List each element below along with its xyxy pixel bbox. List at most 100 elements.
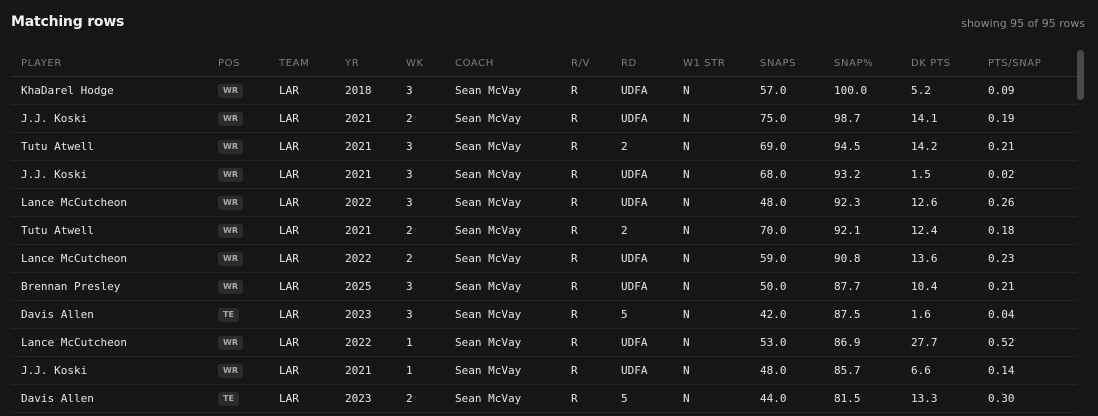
cell-snap-pct: 100.0 (834, 76, 911, 105)
column-header-wk[interactable]: WK (406, 50, 455, 77)
table-row[interactable]: Davis Allen TE LAR 2023 3 Sean McVay R 5 N 42.0 87… (11, 300, 1077, 329)
position-badge: WR (218, 196, 243, 210)
cell-pos: WR (218, 244, 279, 273)
position-badge: WR (218, 168, 243, 182)
cell-team: LAR (279, 104, 345, 133)
table-row[interactable]: Lance McCutcheon WR LAR 2022 3 Sean McVay R UDF… (11, 188, 1077, 217)
cell-snaps: 59.0 (760, 244, 834, 273)
cell-coach: Sean McVay (455, 328, 571, 357)
table-row[interactable]: Davis Allen TE LAR 2023 2 Sean McVay R 5 N 44.0 81… (11, 384, 1077, 413)
cell-snaps: 68.0 (760, 160, 834, 189)
cell-yr: 2018 (345, 76, 406, 105)
position-badge: TE (218, 392, 239, 406)
cell-team: LAR (279, 188, 345, 217)
cell-coach: Sean McVay (455, 300, 571, 329)
cell-yr: 2022 (345, 244, 406, 273)
cell-w1-str: N (683, 300, 760, 329)
cell-pts-per-snap: 0.02 (988, 160, 1077, 189)
cell-w1-str: N (683, 384, 760, 413)
cell-dk-pts: 13.6 (911, 244, 988, 273)
cell-snap-pct: 90.8 (834, 244, 911, 273)
cell-coach: Sean McVay (455, 216, 571, 245)
column-header-yr[interactable]: YR (345, 50, 406, 77)
table-row[interactable]: J.J. Koski WR LAR 2021 2 Sean McVay R UDFA N 75.0… (11, 104, 1077, 133)
cell-w1-str: N (683, 188, 760, 217)
cell-snaps: 57.0 (760, 76, 834, 105)
column-header-rv[interactable]: R/V (571, 50, 621, 77)
cell-w1-str: N (683, 328, 760, 357)
cell-dk-pts: 10.4 (911, 272, 988, 301)
table-row[interactable]: Brennan Presley WR LAR 2025 3 Sean McVay R UDFA… (11, 272, 1077, 301)
column-header-player[interactable]: PLAYER (11, 50, 218, 77)
cell-w1-str: N (683, 104, 760, 133)
cell-coach: Sean McVay (455, 356, 571, 385)
cell-pts-per-snap: 0.52 (988, 328, 1077, 357)
cell-w1-str: N (683, 160, 760, 189)
results-table-container[interactable]: PLAYER POS TEAM YR WK COACH R/V RD W1 STR SNAPS SN… (11, 50, 1077, 416)
table-body: KhaDarel Hodge WR LAR 2018 3 Sean McVay R UDFA N… (11, 76, 1077, 413)
cell-rd: 2 (621, 216, 683, 245)
table-row[interactable]: J.J. Koski WR LAR 2021 3 Sean McVay R UDFA N 68.0… (11, 160, 1077, 189)
column-header-team[interactable]: TEAM (279, 50, 345, 77)
cell-snaps: 50.0 (760, 272, 834, 301)
cell-rv: R (571, 76, 621, 105)
table-row[interactable]: KhaDarel Hodge WR LAR 2018 3 Sean McVay R UDFA N… (11, 76, 1077, 105)
cell-rd: 5 (621, 384, 683, 413)
cell-w1-str: N (683, 272, 760, 301)
cell-player: Davis Allen (11, 300, 218, 329)
cell-coach: Sean McVay (455, 104, 571, 133)
cell-dk-pts: 1.5 (911, 160, 988, 189)
column-header-snap-pct[interactable]: SNAP% (834, 50, 911, 77)
cell-wk: 3 (406, 300, 455, 329)
cell-player: KhaDarel Hodge (11, 76, 218, 105)
cell-dk-pts: 12.6 (911, 188, 988, 217)
cell-team: LAR (279, 76, 345, 105)
cell-team: LAR (279, 384, 345, 413)
table-row[interactable]: Tutu Atwell WR LAR 2021 3 Sean McVay R 2 N 69.0 94… (11, 132, 1077, 161)
cell-rv: R (571, 188, 621, 217)
cell-wk: 1 (406, 328, 455, 357)
scrollbar-thumb[interactable] (1077, 50, 1084, 100)
cell-yr: 2022 (345, 328, 406, 357)
column-header-coach[interactable]: COACH (455, 50, 571, 77)
cell-dk-pts: 27.7 (911, 328, 988, 357)
position-badge: TE (218, 308, 239, 322)
position-badge: WR (218, 84, 243, 98)
table-row[interactable]: Tutu Atwell WR LAR 2021 2 Sean McVay R 2 N 70.0 92… (11, 216, 1077, 245)
column-header-snaps[interactable]: SNAPS (760, 50, 834, 77)
column-header-w1-str[interactable]: W1 STR (683, 50, 760, 77)
cell-coach: Sean McVay (455, 160, 571, 189)
vertical-scrollbar[interactable] (1077, 50, 1084, 416)
cell-wk: 3 (406, 132, 455, 161)
cell-player: J.J. Koski (11, 356, 218, 385)
cell-pos: WR (218, 216, 279, 245)
table-row[interactable]: Lance McCutcheon WR LAR 2022 2 Sean McVay R UDF… (11, 244, 1077, 273)
cell-wk: 3 (406, 272, 455, 301)
table-row[interactable]: J.J. Koski WR LAR 2021 1 Sean McVay R UDFA N 48.0… (11, 356, 1077, 385)
cell-rv: R (571, 272, 621, 301)
column-header-pos[interactable]: POS (218, 50, 279, 77)
cell-pts-per-snap: 0.19 (988, 104, 1077, 133)
column-header-dk-pts[interactable]: DK PTS (911, 50, 988, 77)
cell-snap-pct: 81.5 (834, 384, 911, 413)
column-header-pts-per-snap[interactable]: PTS/SNAP (988, 50, 1077, 77)
cell-yr: 2021 (345, 216, 406, 245)
table-row[interactable]: Lance McCutcheon WR LAR 2022 1 Sean McVay R UDF… (11, 328, 1077, 357)
cell-snaps: 75.0 (760, 104, 834, 133)
cell-team: LAR (279, 300, 345, 329)
cell-pos: WR (218, 104, 279, 133)
cell-rv: R (571, 356, 621, 385)
cell-snap-pct: 93.2 (834, 160, 911, 189)
cell-coach: Sean McVay (455, 132, 571, 161)
cell-wk: 3 (406, 188, 455, 217)
cell-team: LAR (279, 244, 345, 273)
cell-w1-str: N (683, 356, 760, 385)
cell-wk: 2 (406, 216, 455, 245)
cell-wk: 2 (406, 104, 455, 133)
cell-team: LAR (279, 132, 345, 161)
cell-snaps: 42.0 (760, 300, 834, 329)
cell-player: Davis Allen (11, 384, 218, 413)
cell-coach: Sean McVay (455, 384, 571, 413)
column-header-rd[interactable]: RD (621, 50, 683, 77)
cell-rv: R (571, 300, 621, 329)
